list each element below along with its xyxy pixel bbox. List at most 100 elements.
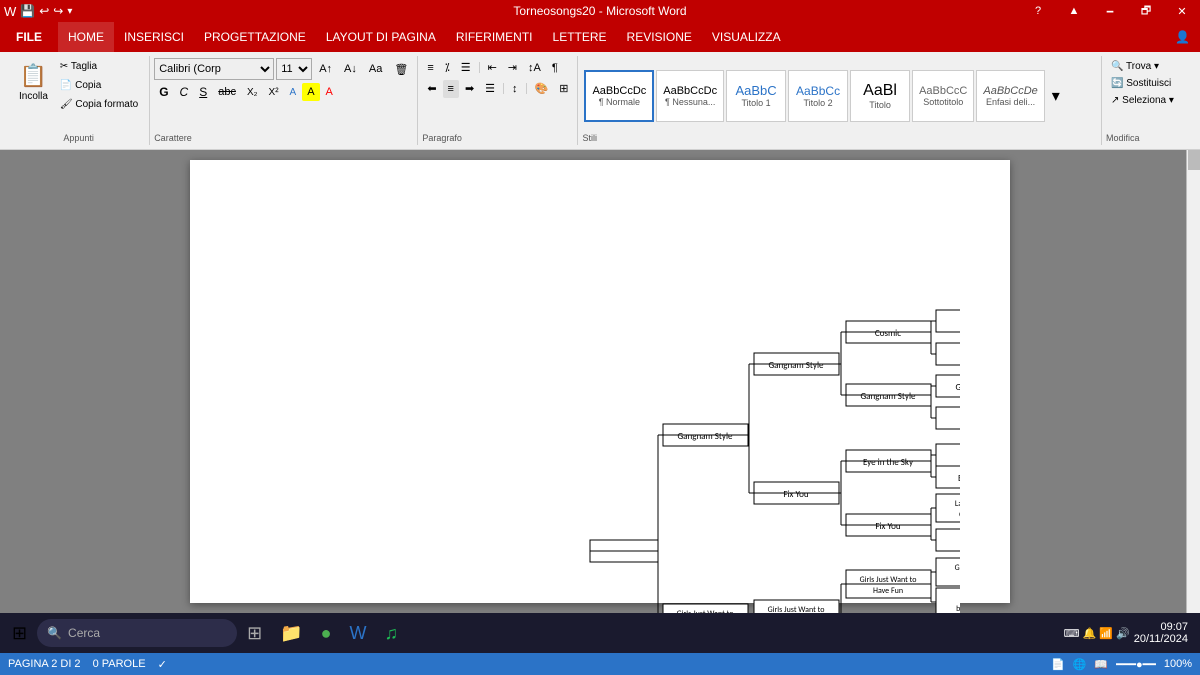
cut-button[interactable]: ✂ Taglia xyxy=(55,58,143,75)
status-right: 📄 🌐 📖 ━━━●━━ 100% xyxy=(1051,658,1192,671)
text-effects-button[interactable]: A xyxy=(285,84,302,101)
decrease-indent-button[interactable]: ⇤ xyxy=(483,58,502,77)
start-button[interactable]: ⊞ xyxy=(4,616,35,650)
svg-text:bruciargli la casa: bruciargli la casa xyxy=(956,604,960,613)
justify-button[interactable]: ☰ xyxy=(480,79,500,98)
bullets-button[interactable]: ≡ xyxy=(422,59,438,77)
customize-icon[interactable]: ▾ xyxy=(67,6,72,17)
view-print-icon[interactable]: 📄 xyxy=(1051,658,1065,671)
clipboard-label: Appunti xyxy=(63,133,94,143)
proofing-icon[interactable]: ✓ xyxy=(158,658,167,671)
undo-icon[interactable]: ↩ xyxy=(39,4,49,18)
taskbar-right: ⌨ 🔔 📶 🔊 09:07 20/11/2024 xyxy=(1064,621,1196,645)
view-web-icon[interactable]: 🌐 xyxy=(1073,658,1087,671)
font-group-label: Carattere xyxy=(154,133,413,143)
restore-button[interactable]: 🗗 xyxy=(1128,0,1164,22)
style-heading2[interactable]: AaBbCc Titolo 2 xyxy=(788,70,848,122)
clear-format-button[interactable]: 🗑 xyxy=(389,60,413,79)
svg-text:Gangnam Style: Gangnam Style xyxy=(678,431,734,442)
style-subtitle[interactable]: AaBbCcC Sottotitolo xyxy=(912,70,974,122)
file-explorer-button[interactable]: 📁 xyxy=(272,616,310,650)
title-bar: W 💾 ↩ ↪ ▾ Torneosongs20 - Microsoft Word… xyxy=(0,0,1200,22)
clock-time: 09:07 xyxy=(1160,621,1188,633)
font-color-button[interactable]: A xyxy=(321,83,338,101)
sort-button[interactable]: ↕A xyxy=(523,59,546,77)
style-no-spacing[interactable]: AaBbCcDc ¶ Nessuna... xyxy=(656,70,724,122)
svg-text:Cosmic: Cosmic xyxy=(875,328,901,339)
font-name-select[interactable]: Calibri (Corp xyxy=(154,58,274,80)
word-icon: W xyxy=(4,4,16,19)
svg-text:Fix You: Fix You xyxy=(875,521,901,532)
replace-button[interactable]: 🔄 Sostituisci xyxy=(1106,75,1188,92)
file-menu[interactable]: FILE xyxy=(0,22,58,52)
save-icon[interactable]: 💾 xyxy=(20,4,35,18)
increase-indent-button[interactable]: ⇥ xyxy=(503,58,522,77)
copy-button[interactable]: 📄 Copia xyxy=(55,77,143,94)
numbering-button[interactable]: ⁒ xyxy=(440,58,455,77)
strikethrough-button[interactable]: abc xyxy=(213,83,241,101)
clock-date: 20/11/2024 xyxy=(1134,633,1188,645)
minimize-button[interactable]: 🗕 xyxy=(1092,0,1128,22)
zoom-slider[interactable]: ━━━●━━ xyxy=(1116,658,1156,671)
style-emphasis[interactable]: AaBbCcDe Enfasi deli... xyxy=(976,70,1044,122)
line-spacing-button[interactable]: ↕ xyxy=(507,80,523,98)
help-button[interactable]: ? xyxy=(1020,0,1056,22)
visualizza-menu[interactable]: VISUALIZZA xyxy=(702,22,791,52)
progettazione-menu[interactable]: PROGETTAZIONE xyxy=(194,22,316,52)
shading-button[interactable]: 🎨 xyxy=(530,79,554,98)
ribbon-collapse-button[interactable]: ▲ xyxy=(1056,0,1092,22)
style-normal[interactable]: AaBbCcDc ¶ Normale xyxy=(584,70,654,122)
find-button[interactable]: 🔍 Trova ▾ xyxy=(1106,58,1188,75)
paste-button[interactable]: 📋 Incolla xyxy=(14,60,53,112)
superscript-button[interactable]: X² xyxy=(264,84,284,101)
show-paragraph-button[interactable]: ¶ xyxy=(547,59,563,77)
close-button[interactable]: ✕ xyxy=(1164,0,1200,22)
subscript-button[interactable]: X₂ xyxy=(242,84,263,101)
italic-button[interactable]: C xyxy=(175,82,194,102)
taskbar-search[interactable]: 🔍 Cerca xyxy=(37,619,237,647)
home-menu[interactable]: HOME xyxy=(58,22,114,52)
borders-button[interactable]: ⊞ xyxy=(554,79,573,98)
align-left-button[interactable]: ⬅ xyxy=(422,79,441,98)
menu-bar: FILE HOME INSERISCI PROGETTAZIONE LAYOUT… xyxy=(0,22,1200,52)
task-view-button[interactable]: ⊞ xyxy=(239,616,270,650)
style-heading1[interactable]: AaBbC Titolo 1 xyxy=(726,70,786,122)
svg-text:Gangnam Style: Gangnam Style xyxy=(861,391,917,402)
revisione-menu[interactable]: REVISIONE xyxy=(617,22,702,52)
view-read-icon[interactable]: 📖 xyxy=(1094,658,1108,671)
style-title[interactable]: AaBl Titolo xyxy=(850,70,910,122)
align-center-button[interactable]: ≡ xyxy=(443,80,459,98)
word-taskbar-button[interactable]: W xyxy=(341,616,374,650)
redo-icon[interactable]: ↪ xyxy=(53,4,63,18)
multilevel-list-button[interactable]: ☰ xyxy=(456,58,476,77)
user-icon[interactable]: 👤 xyxy=(1165,22,1200,52)
lettere-menu[interactable]: LETTERE xyxy=(543,22,617,52)
underline-button[interactable]: S xyxy=(194,82,212,102)
svg-text:Gangnam Style: Gangnam Style xyxy=(769,360,825,371)
styles-more-button[interactable]: ▾ xyxy=(1047,83,1065,109)
align-right-button[interactable]: ➡ xyxy=(460,79,479,98)
bold-button[interactable]: G xyxy=(154,82,173,102)
riferimenti-menu[interactable]: RIFERIMENTI xyxy=(446,22,543,52)
change-case-button[interactable]: Aa xyxy=(364,60,387,78)
styles-gallery: AaBbCcDc ¶ Normale AaBbCcDc ¶ Nessuna...… xyxy=(582,58,1097,133)
increase-font-button[interactable]: A↑ xyxy=(314,60,337,78)
word-count: 0 PAROLE xyxy=(93,658,146,670)
decrease-font-button[interactable]: A↓ xyxy=(339,60,362,78)
status-bar: PAGINA 2 DI 2 0 PAROLE ✓ 📄 🌐 📖 ━━━●━━ 10… xyxy=(0,653,1200,675)
svg-text:Eye in the Sky: Eye in the Sky xyxy=(863,457,914,468)
ribbon: 📋 Incolla ✂ Taglia 📄 Copia 🖌 Copia forma… xyxy=(0,52,1200,150)
svg-text:Eye in the Sky: Eye in the Sky xyxy=(958,473,960,484)
highlight-button[interactable]: A xyxy=(302,83,319,101)
inserisci-menu[interactable]: INSERISCI xyxy=(114,22,194,52)
select-button[interactable]: ↗ Seleziona ▾ xyxy=(1106,92,1188,109)
svg-text:Fix You: Fix You xyxy=(783,489,809,500)
search-icon: 🔍 xyxy=(47,626,62,640)
para-group-label: Paragrafo xyxy=(422,133,573,143)
format-painter-button[interactable]: 🖌 Copia formato xyxy=(55,96,143,113)
chrome-button[interactable]: ● xyxy=(313,616,340,650)
spotify-button[interactable]: ♫ xyxy=(376,616,406,650)
vertical-scrollbar[interactable] xyxy=(1186,150,1200,613)
font-size-select[interactable]: 11 xyxy=(276,58,312,80)
layout-menu[interactable]: LAYOUT DI PAGINA xyxy=(316,22,446,52)
